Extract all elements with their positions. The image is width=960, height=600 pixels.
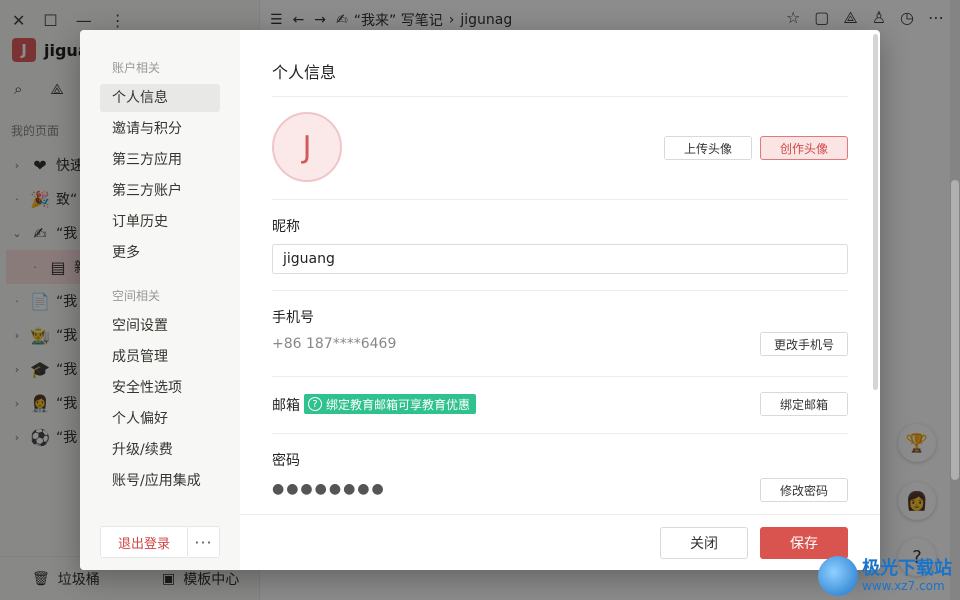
watermark: 极光下载站 www.xz7.com [818,556,952,596]
settings-modal: 账户相关 个人信息 邀请与积分 第三方应用 第三方账户 订单历史 更多 空间相关… [80,30,880,570]
close-button[interactable]: 关闭 [660,527,748,559]
watermark-name: 极光下载站 [862,558,952,579]
nav-group-account: 账户相关 [112,61,161,75]
nav-item-third-party-apps[interactable]: 第三方应用 [100,146,220,174]
change-password-button[interactable]: 修改密码 [760,478,848,502]
nickname-input[interactable]: jiguang [272,244,848,274]
app-scrollbar-thumb[interactable] [951,180,959,480]
modal-footer: 关闭 保存 [240,514,880,570]
nav-item-more[interactable]: 更多 [100,239,220,267]
question-icon: ? [308,397,322,411]
nav-group-space: 空间相关 [112,289,161,303]
app-scrollbar[interactable] [950,0,960,600]
logout-button[interactable]: 退出登录 [100,526,188,558]
divider [272,96,848,97]
nav-item-upgrade[interactable]: 升级/续费 [100,436,220,464]
watermark-logo-icon [818,556,858,596]
phone-label: 手机号 [272,310,314,326]
nav-item-security[interactable]: 安全性选项 [100,374,220,402]
settings-content: 个人信息 J 上传头像 创作头像 昵称 jiguang 手机号 +86 187*… [240,30,880,570]
edu-email-badge[interactable]: ? 绑定教育邮箱可享教育优惠 [304,394,477,414]
nav-item-members[interactable]: 成员管理 [100,343,220,371]
nickname-label: 昵称 [272,219,300,235]
bind-email-button[interactable]: 绑定邮箱 [760,392,848,416]
page-title: 个人信息 [272,63,337,82]
save-button[interactable]: 保存 [760,527,848,559]
password-label: 密码 [272,453,300,469]
settings-nav: 账户相关 个人信息 邀请与积分 第三方应用 第三方账户 订单历史 更多 空间相关… [80,30,240,570]
profile-avatar: J [272,112,342,182]
email-label: 邮箱 [272,398,300,414]
create-avatar-button[interactable]: 创作头像 [760,136,848,160]
divider [272,290,848,291]
divider [272,433,848,434]
nav-item-third-party-accounts[interactable]: 第三方账户 [100,177,220,205]
watermark-url: www.xz7.com [862,579,945,593]
nav-item-invite[interactable]: 邀请与积分 [100,115,220,143]
nav-item-space-settings[interactable]: 空间设置 [100,312,220,340]
nav-item-profile[interactable]: 个人信息 [100,84,220,112]
settings-scroll-area: 个人信息 J 上传头像 创作头像 昵称 jiguang 手机号 +86 187*… [240,30,880,514]
more-options-button[interactable]: ··· [188,526,220,558]
password-value: ●●●●●●●● [272,481,386,497]
nav-item-integrations[interactable]: 账号/应用集成 [100,467,220,495]
nav-item-preferences[interactable]: 个人偏好 [100,405,220,433]
upload-avatar-button[interactable]: 上传头像 [664,136,752,160]
edu-email-badge-text: 绑定教育邮箱可享教育优惠 [326,397,471,412]
settings-scrollbar[interactable] [873,34,878,390]
divider [272,199,848,200]
phone-value: +86 187****6469 [272,336,397,352]
nav-item-orders[interactable]: 订单历史 [100,208,220,236]
divider [272,376,848,377]
change-phone-button[interactable]: 更改手机号 [760,332,848,356]
